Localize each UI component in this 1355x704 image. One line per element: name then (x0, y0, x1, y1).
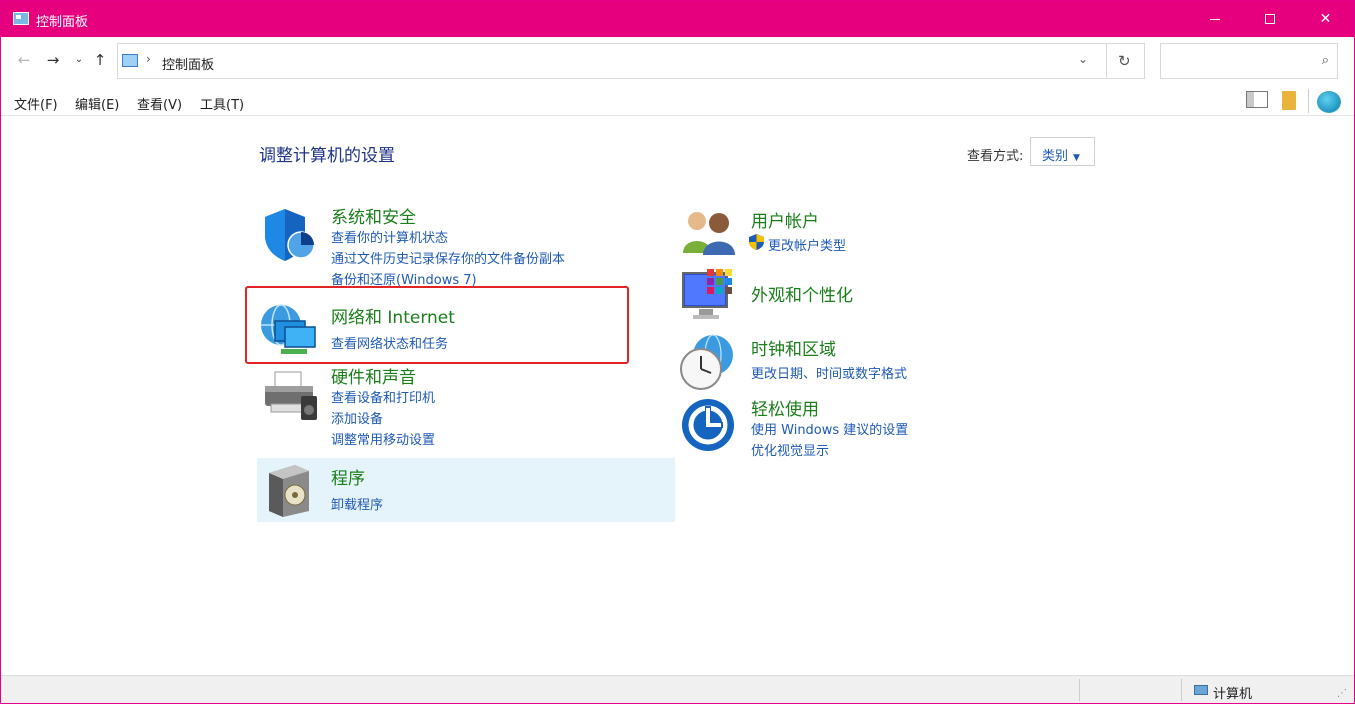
control-panel-window: 控制面板 ✕ ← → ⌄ ↑ › 控制面板 ⌄ ↻ ⌕ 文件(F) 编辑(E) … (0, 0, 1355, 704)
forward-button[interactable]: → (43, 51, 63, 69)
programs-hover-highlight (257, 458, 675, 522)
status-computer-label: 计算机 (1213, 687, 1253, 702)
view-by-select[interactable]: 类别 ▼ (1030, 137, 1095, 166)
folder-icon[interactable] (1282, 91, 1296, 110)
system-security-link-1[interactable]: 查看你的计算机状态 (331, 227, 448, 246)
address-bar[interactable]: › 控制面板 ⌄ ↻ (117, 43, 1145, 79)
refresh-button[interactable]: ↻ (1118, 52, 1131, 70)
shield-icon[interactable] (261, 207, 317, 263)
view-by-label: 查看方式: (967, 149, 1024, 164)
system-security-link-2[interactable]: 通过文件历史记录保存你的文件备份副本 (331, 248, 565, 267)
resize-grip-icon[interactable]: ⋰ (1337, 688, 1347, 699)
ease-of-access-link-2[interactable]: 优化视觉显示 (751, 440, 829, 459)
status-divider (1079, 679, 1080, 701)
minimize-icon (1209, 18, 1220, 20)
control-panel-icon (122, 54, 138, 67)
status-divider (1181, 679, 1182, 701)
hardware-title[interactable]: 硬件和声音 (331, 363, 416, 388)
appearance-title[interactable]: 外观和个性化 (751, 281, 853, 306)
control-panel-icon (13, 12, 29, 25)
maximize-icon (1264, 14, 1275, 24)
users-icon[interactable] (681, 209, 739, 257)
clock-globe-icon[interactable] (679, 333, 737, 391)
programs-icon[interactable] (265, 463, 315, 517)
address-dropdown-button[interactable]: ⌄ (1078, 52, 1088, 66)
minimize-button[interactable] (1186, 1, 1243, 37)
menu-bar: 文件(F) 编辑(E) 查看(V) 工具(T) (1, 85, 1354, 116)
ease-of-access-icon[interactable] (681, 398, 735, 452)
user-accounts-title[interactable]: 用户帐户 (751, 207, 819, 232)
menu-tools[interactable]: 工具(T) (200, 94, 244, 113)
menu-edit[interactable]: 编辑(E) (75, 94, 119, 113)
programs-title[interactable]: 程序 (331, 464, 365, 489)
clock-region-link-1[interactable]: 更改日期、时间或数字格式 (751, 363, 907, 382)
clock-region-title[interactable]: 时钟和区域 (751, 335, 836, 360)
ease-of-access-title[interactable]: 轻松使用 (751, 395, 819, 420)
window-title: 控制面板 (36, 15, 89, 30)
system-security-title[interactable]: 系统和安全 (331, 203, 416, 228)
user-accounts-link-1[interactable]: 更改帐户类型 (768, 235, 846, 254)
printer-icon[interactable] (261, 370, 319, 424)
breadcrumb-control-panel[interactable]: 控制面板 (162, 54, 214, 73)
back-button[interactable]: ← (14, 51, 34, 69)
computer-icon (1194, 685, 1208, 695)
hardware-link-2[interactable]: 添加设备 (331, 408, 383, 427)
search-icon[interactable]: ⌕ (1322, 53, 1329, 68)
chevron-down-icon: ▼ (1073, 153, 1080, 163)
view-by-value: 类别 (1042, 149, 1069, 164)
programs-link-1[interactable]: 卸载程序 (331, 494, 383, 513)
ease-of-access-link-1[interactable]: 使用 Windows 建议的设置 (751, 419, 908, 438)
search-input[interactable]: ⌕ (1160, 43, 1338, 79)
status-bar: 计算机 ⋰ (1, 675, 1354, 703)
recent-locations-button[interactable]: ⌄ (69, 54, 89, 65)
navigation-bar: ← → ⌄ ↑ › 控制面板 ⌄ ↻ ⌕ (1, 37, 1354, 85)
appearance-icon[interactable] (681, 267, 739, 323)
close-icon: ✕ (1319, 11, 1332, 27)
uac-shield-icon (749, 234, 764, 250)
menu-file[interactable]: 文件(F) (14, 94, 58, 113)
breadcrumb-chevron-icon[interactable]: › (146, 52, 151, 66)
close-button[interactable]: ✕ (1297, 1, 1354, 37)
highlight-annotation-box (245, 286, 629, 364)
page-title: 调整计算机的设置 (259, 146, 395, 166)
up-button[interactable]: ↑ (90, 51, 110, 69)
maximize-button[interactable] (1241, 1, 1298, 37)
title-bar[interactable]: 控制面板 ✕ (1, 1, 1354, 37)
globe-icon[interactable] (1317, 91, 1341, 113)
main-content: 调整计算机的设置 查看方式: 类别 ▼ 系统和安全 查看你的计算机状态 通过文件历… (1, 117, 1354, 675)
hardware-link-3[interactable]: 调整常用移动设置 (331, 429, 435, 448)
preview-pane-icon[interactable] (1246, 91, 1268, 108)
menu-view[interactable]: 查看(V) (137, 94, 182, 113)
address-divider (1106, 44, 1107, 78)
hardware-link-1[interactable]: 查看设备和打印机 (331, 387, 435, 406)
toolbar-divider (1308, 89, 1309, 113)
